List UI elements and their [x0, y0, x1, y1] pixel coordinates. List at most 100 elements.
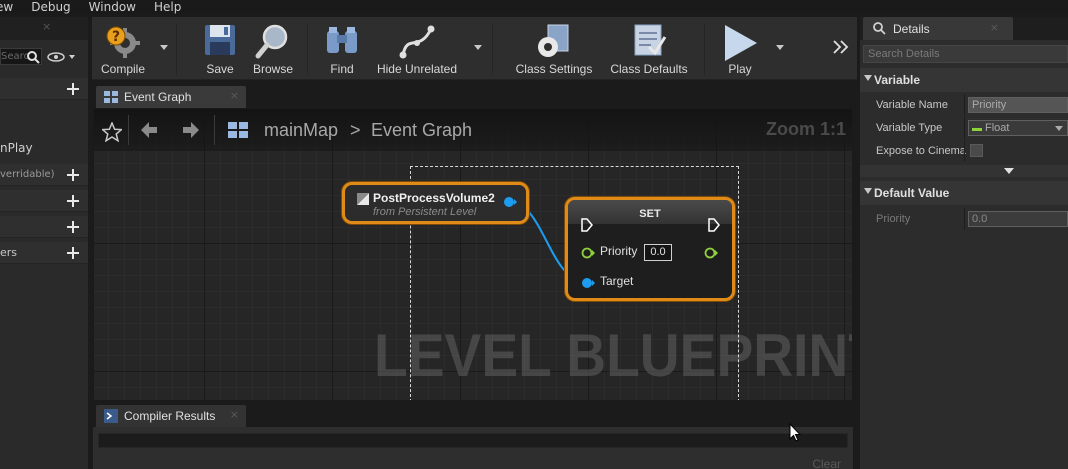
left-section-macros[interactable]: [0, 190, 88, 212]
close-icon[interactable]: ×: [230, 408, 239, 421]
node-subtitle: from Persistent Level: [373, 206, 477, 218]
default-priority-input[interactable]: 0.0: [968, 211, 1068, 227]
object-output-pin[interactable]: [503, 195, 517, 209]
browse-button[interactable]: Browse: [247, 17, 299, 80]
chevron-down-icon: [1004, 168, 1014, 174]
category-label: Default Value: [874, 186, 950, 200]
add-icon[interactable]: [66, 220, 80, 234]
variable-name-input[interactable]: Priority: [968, 97, 1068, 113]
advanced-expander[interactable]: [860, 165, 1068, 177]
left-section-functions[interactable]: verridable): [0, 164, 88, 186]
class-settings-button[interactable]: Class Settings: [512, 17, 596, 80]
variable-name-label: Variable Name: [876, 99, 948, 111]
close-icon[interactable]: ×: [42, 20, 51, 33]
toolbar-separator: [176, 23, 177, 75]
browse-icon: [255, 24, 288, 59]
tab-event-graph[interactable]: Event Graph ×: [96, 86, 246, 108]
node-set-priority[interactable]: SET Priority 0.0 Target: [565, 197, 735, 301]
event-beginplay-item[interactable]: nPlay: [0, 141, 33, 155]
pin-label-priority: Priority: [600, 244, 638, 258]
play-button[interactable]: Play: [714, 17, 766, 80]
default-priority-row: Priority 0.0: [860, 208, 1068, 230]
svg-text:?: ?: [112, 29, 120, 45]
column-separator: [964, 208, 965, 230]
save-icon: [205, 25, 235, 55]
class-defaults-label: Class Defaults: [610, 62, 688, 76]
left-section-graphs[interactable]: [0, 78, 88, 100]
variable-type-label: Variable Type: [876, 122, 943, 134]
binoculars-icon: [327, 27, 357, 53]
toolbar-separator: [704, 23, 705, 75]
variable-type-row: Variable Type Float: [860, 117, 1068, 139]
variable-type-value: Float: [985, 122, 1010, 134]
find-button[interactable]: Find: [320, 17, 364, 80]
toolbar-separator: [492, 23, 493, 75]
tab-label: Details: [893, 22, 930, 36]
tab-compiler-results[interactable]: Compiler Results ×: [96, 405, 246, 427]
expose-cinematics-checkbox[interactable]: [970, 144, 983, 157]
more-chevron-icon[interactable]: [832, 39, 850, 55]
category-default-value[interactable]: Default Value: [860, 181, 1068, 205]
visibility-icon[interactable]: [47, 52, 77, 62]
object-input-pin[interactable]: [581, 277, 595, 289]
compiler-output-log[interactable]: [98, 433, 848, 448]
class-defaults-icon: [634, 24, 667, 56]
menu-bar: ew Debug Window Help: [0, 0, 1068, 14]
node-postprocessvolume[interactable]: PostProcessVolume2 from Persistent Level: [342, 182, 529, 224]
save-label: Save: [206, 62, 234, 76]
save-button[interactable]: Save: [196, 17, 244, 80]
hide-unrelated-options-arrow[interactable]: [474, 45, 482, 50]
menu-help[interactable]: Help: [154, 0, 181, 14]
column-separator: [964, 140, 965, 162]
details-search-input[interactable]: Search Details: [863, 45, 1068, 63]
exec-output-pin[interactable]: [708, 218, 720, 232]
compile-button[interactable]: ? Compile: [94, 17, 152, 80]
add-icon[interactable]: [66, 194, 80, 208]
left-section-label: verridable): [0, 169, 55, 180]
class-settings-label: Class Settings: [515, 62, 593, 76]
graph-editor[interactable]: mainMap > Event Graph Zoom 1:1 LEVEL BLU…: [93, 108, 853, 401]
expose-cinematics-label: Expose to Cinematics: [876, 145, 966, 157]
details-tab-strip: Details ×: [860, 17, 1068, 40]
toolbar: ? Compile Save Browse Find Hide Unrelate…: [92, 17, 857, 80]
play-label: Play: [728, 62, 752, 76]
hide-unrelated-label: Hide Unrelated: [376, 62, 458, 76]
float-output-pin[interactable]: [704, 247, 718, 259]
compile-icon: ?: [106, 26, 140, 58]
class-settings-icon: [538, 24, 569, 57]
class-defaults-button[interactable]: Class Defaults: [604, 17, 694, 80]
tab-details[interactable]: Details ×: [863, 17, 1013, 40]
left-section-dispatchers[interactable]: ers: [0, 242, 88, 264]
close-icon[interactable]: ×: [230, 89, 239, 102]
compile-label: Compile: [100, 62, 145, 76]
search-icon[interactable]: [26, 50, 40, 64]
exec-input-pin[interactable]: [581, 218, 593, 232]
variable-name-row: Variable Name Priority: [860, 94, 1068, 116]
browse-label: Browse: [252, 62, 293, 76]
tab-label: Compiler Results: [124, 409, 216, 423]
add-icon[interactable]: [66, 168, 80, 182]
add-icon[interactable]: [66, 82, 80, 96]
category-variable[interactable]: Variable: [860, 68, 1068, 92]
play-options-arrow[interactable]: [776, 45, 784, 50]
search-icon: [873, 22, 886, 35]
menu-debug[interactable]: Debug: [31, 0, 70, 14]
add-icon[interactable]: [66, 246, 80, 260]
menu-view[interactable]: ew: [0, 0, 13, 14]
expand-arrow-icon: [864, 75, 872, 81]
float-type-icon: [972, 128, 982, 131]
float-input-pin[interactable]: [581, 247, 595, 259]
left-section-variables[interactable]: [0, 216, 88, 238]
left-section-label: ers: [0, 246, 18, 259]
details-panel: Details × Search Details Variable Variab…: [860, 17, 1068, 469]
variable-type-select[interactable]: Float: [968, 120, 1068, 136]
compile-options-arrow[interactable]: [160, 45, 168, 50]
my-blueprint-panel: × Searc nPlay verridable) ers: [0, 17, 88, 469]
column-separator: [964, 94, 965, 116]
priority-value-input[interactable]: 0.0: [644, 244, 672, 261]
pin-label-target: Target: [600, 274, 634, 288]
menu-window[interactable]: Window: [89, 0, 136, 14]
hide-unrelated-button[interactable]: Hide Unrelated: [374, 17, 460, 80]
clear-button[interactable]: Clear: [812, 457, 841, 469]
close-icon[interactable]: ×: [990, 21, 999, 34]
